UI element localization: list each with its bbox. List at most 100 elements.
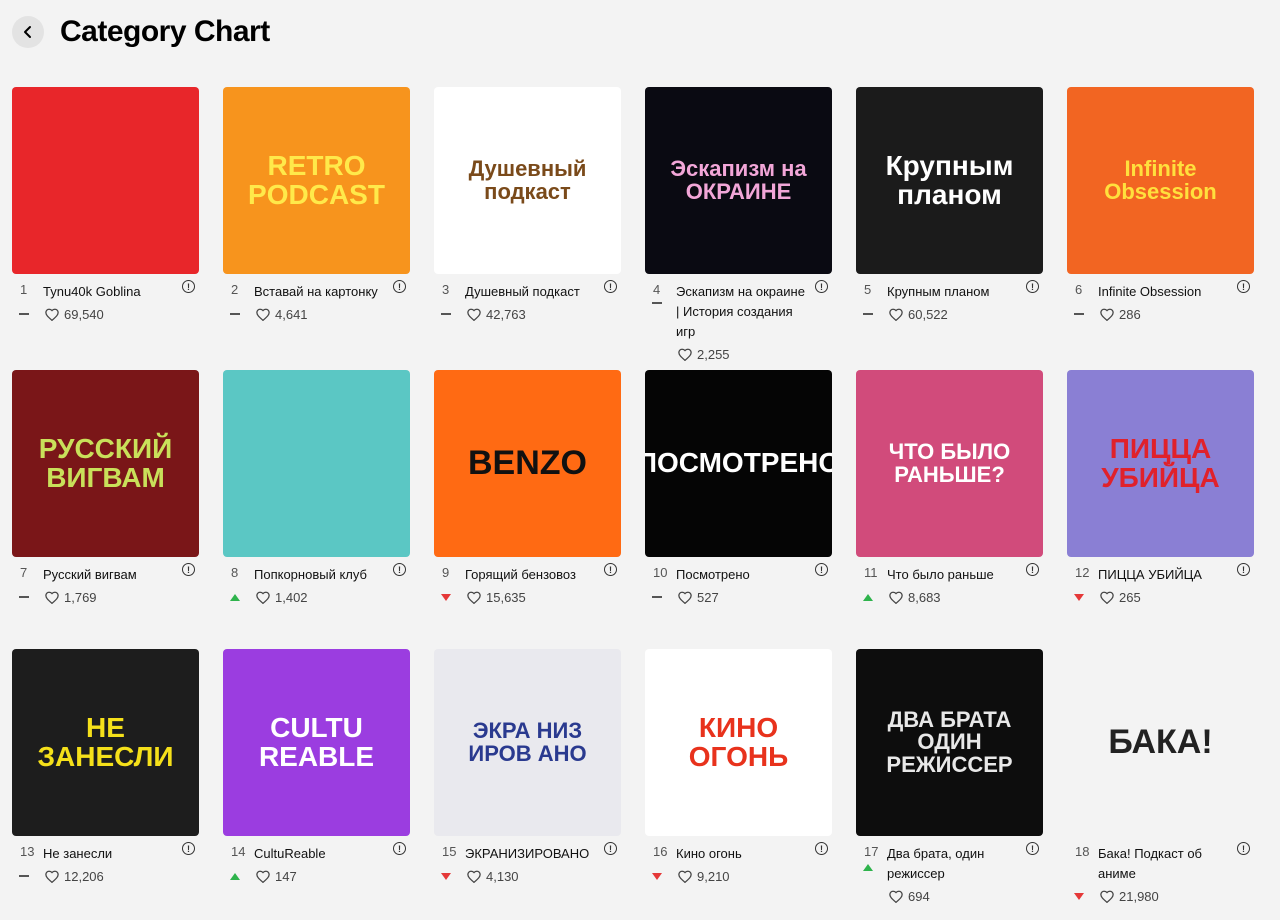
podcast-card[interactable]: 8 Попкорновый клуб ! 1,402 [223, 370, 410, 607]
info-icon[interactable]: ! [604, 563, 617, 576]
podcast-cover[interactable]: Infinite Obsession [1067, 87, 1254, 274]
trend-indicator [856, 864, 880, 871]
podcast-title[interactable]: Кино огонь [676, 844, 810, 864]
heart-icon[interactable] [45, 591, 59, 604]
info-icon[interactable]: ! [182, 563, 195, 576]
podcast-card[interactable]: ПИЦЦА УБИЙЦА 12 ПИЦЦА УБИЙЦА ! 265 [1067, 370, 1254, 607]
podcast-title[interactable]: Русский вигвам [43, 565, 177, 585]
podcast-title[interactable]: Не занесли [43, 844, 177, 864]
heart-icon[interactable] [45, 308, 59, 321]
podcast-cover[interactable]: Эскапизм на ОКРАИНЕ [645, 87, 832, 274]
podcast-cover[interactable]: ЭКРА НИЗ ИРОВ АНО [434, 649, 621, 836]
info-icon[interactable]: ! [604, 280, 617, 293]
trend-indicator [645, 872, 669, 880]
info-icon[interactable]: ! [1237, 280, 1250, 293]
podcast-cover[interactable]: Душевный подкаст [434, 87, 621, 274]
podcast-title[interactable]: ЭКРАНИЗИРОВАНО [465, 844, 599, 864]
info-icon[interactable]: ! [815, 842, 828, 855]
podcast-title[interactable]: ПИЦЦА УБИЙЦА [1098, 565, 1232, 585]
podcast-title[interactable]: Tynu40k Goblina [43, 282, 177, 302]
heart-icon[interactable] [678, 591, 692, 604]
heart-icon[interactable] [678, 870, 692, 883]
podcast-title[interactable]: Эскапизм на окраине | История создания и… [676, 282, 810, 342]
podcast-cover[interactable]: КИНО ОГОНЬ [645, 649, 832, 836]
heart-icon[interactable] [45, 870, 59, 883]
podcast-title[interactable]: Горящий бензовоз [465, 565, 599, 585]
podcast-card[interactable]: Крупным планом 5 Крупным планом ! 60,522 [856, 87, 1043, 324]
podcast-card[interactable]: ЭКРА НИЗ ИРОВ АНО 15 ЭКРАНИЗИРОВАНО ! 4,… [434, 649, 621, 886]
podcast-cover[interactable] [12, 87, 199, 274]
podcast-title[interactable]: Посмотрено [676, 565, 810, 585]
podcast-card[interactable]: ПОСМОТРЕНО 10 Посмотрено ! 527 [645, 370, 832, 607]
podcast-card[interactable]: Infinite Obsession 6 Infinite Obsession … [1067, 87, 1254, 324]
podcast-cover[interactable] [223, 370, 410, 557]
heart-icon[interactable] [678, 348, 692, 361]
heart-icon[interactable] [1100, 308, 1114, 321]
podcast-cover[interactable]: BENZO [434, 370, 621, 557]
podcast-card[interactable]: CULTU REABLE 14 CultuReable ! 147 [223, 649, 410, 886]
podcast-meta: 10 Посмотрено ! 527 [645, 563, 832, 607]
info-icon[interactable]: ! [393, 563, 406, 576]
podcast-title[interactable]: Крупным планом [887, 282, 1021, 302]
info-icon[interactable]: ! [1026, 563, 1039, 576]
podcast-cover[interactable]: ПОСМОТРЕНО [645, 370, 832, 557]
info-icon[interactable]: ! [1026, 842, 1039, 855]
heart-icon[interactable] [256, 308, 270, 321]
trend-down-icon [1074, 593, 1084, 601]
podcast-cover[interactable]: НЕ ЗАНЕСЛИ [12, 649, 199, 836]
podcast-meta: 8 Попкорновый клуб ! 1,402 [223, 563, 410, 607]
heart-icon[interactable] [256, 870, 270, 883]
info-icon[interactable]: ! [815, 563, 828, 576]
podcast-title[interactable]: Что было раньше [887, 565, 1021, 585]
heart-icon[interactable] [256, 591, 270, 604]
podcast-cover[interactable]: ДВА БРАТА ОДИН РЕЖИССЕР [856, 649, 1043, 836]
podcast-card[interactable]: КИНО ОГОНЬ 16 Кино огонь ! 9,210 [645, 649, 832, 886]
info-icon[interactable]: ! [182, 842, 195, 855]
heart-icon[interactable] [467, 870, 481, 883]
podcast-cover[interactable]: CULTU REABLE [223, 649, 410, 836]
info-icon[interactable]: ! [1237, 842, 1250, 855]
podcast-card[interactable]: НЕ ЗАНЕСЛИ 13 Не занесли ! 12,206 [12, 649, 199, 886]
heart-icon[interactable] [1100, 591, 1114, 604]
podcast-title[interactable]: Два брата, один режиссер [887, 844, 1021, 884]
podcast-card[interactable]: RETRO PODCAST 2 Вставай на картонку ! 4,… [223, 87, 410, 324]
podcast-card[interactable]: Эскапизм на ОКРАИНЕ 4 Эскапизм на окраин… [645, 87, 832, 364]
podcast-cover[interactable]: РУССКИЙ ВИГВАМ [12, 370, 199, 557]
heart-icon[interactable] [889, 591, 903, 604]
chart-rank: 4 [653, 282, 661, 297]
podcast-cover[interactable]: RETRO PODCAST [223, 87, 410, 274]
podcast-title[interactable]: Infinite Obsession [1098, 282, 1232, 302]
podcast-title[interactable]: Вставай на картонку [254, 282, 388, 302]
heart-icon[interactable] [1100, 890, 1114, 903]
podcast-cover[interactable]: Крупным планом [856, 87, 1043, 274]
chart-rank: 3 [442, 282, 450, 297]
podcast-card[interactable]: ДВА БРАТА ОДИН РЕЖИССЕР 17 Два брата, од… [856, 649, 1043, 906]
podcast-card[interactable]: BENZO 9 Горящий бензовоз ! 15,635 [434, 370, 621, 607]
trend-up-icon [230, 593, 240, 601]
heart-icon[interactable] [467, 308, 481, 321]
podcast-title[interactable]: CultuReable [254, 844, 388, 864]
podcast-card[interactable]: Душевный подкаст 3 Душевный подкаст ! 42… [434, 87, 621, 324]
info-icon[interactable]: ! [393, 280, 406, 293]
info-icon[interactable]: ! [393, 842, 406, 855]
info-icon[interactable]: ! [815, 280, 828, 293]
likes-count: 265 [1119, 589, 1141, 605]
podcast-cover[interactable]: БАКА! [1067, 649, 1254, 836]
heart-icon[interactable] [467, 591, 481, 604]
podcast-card[interactable]: БАКА! 18 Бака! Подкаст об аниме ! 21,980 [1067, 649, 1254, 906]
info-icon[interactable]: ! [182, 280, 195, 293]
podcast-title[interactable]: Бака! Подкаст об аниме [1098, 844, 1232, 884]
podcast-card[interactable]: ЧТО БЫЛО РАНЬШЕ? 11 Что было раньше ! 8,… [856, 370, 1043, 607]
back-button[interactable] [12, 16, 44, 48]
info-icon[interactable]: ! [1026, 280, 1039, 293]
heart-icon[interactable] [889, 308, 903, 321]
info-icon[interactable]: ! [604, 842, 617, 855]
podcast-cover[interactable]: ЧТО БЫЛО РАНЬШЕ? [856, 370, 1043, 557]
heart-icon[interactable] [889, 890, 903, 903]
podcast-card[interactable]: РУССКИЙ ВИГВАМ 7 Русский вигвам ! 1,769 [12, 370, 199, 607]
podcast-cover[interactable]: ПИЦЦА УБИЙЦА [1067, 370, 1254, 557]
podcast-title[interactable]: Попкорновый клуб [254, 565, 388, 585]
podcast-title[interactable]: Душевный подкаст [465, 282, 599, 302]
info-icon[interactable]: ! [1237, 563, 1250, 576]
podcast-card[interactable]: 1 Tynu40k Goblina ! 69,540 [12, 87, 199, 324]
